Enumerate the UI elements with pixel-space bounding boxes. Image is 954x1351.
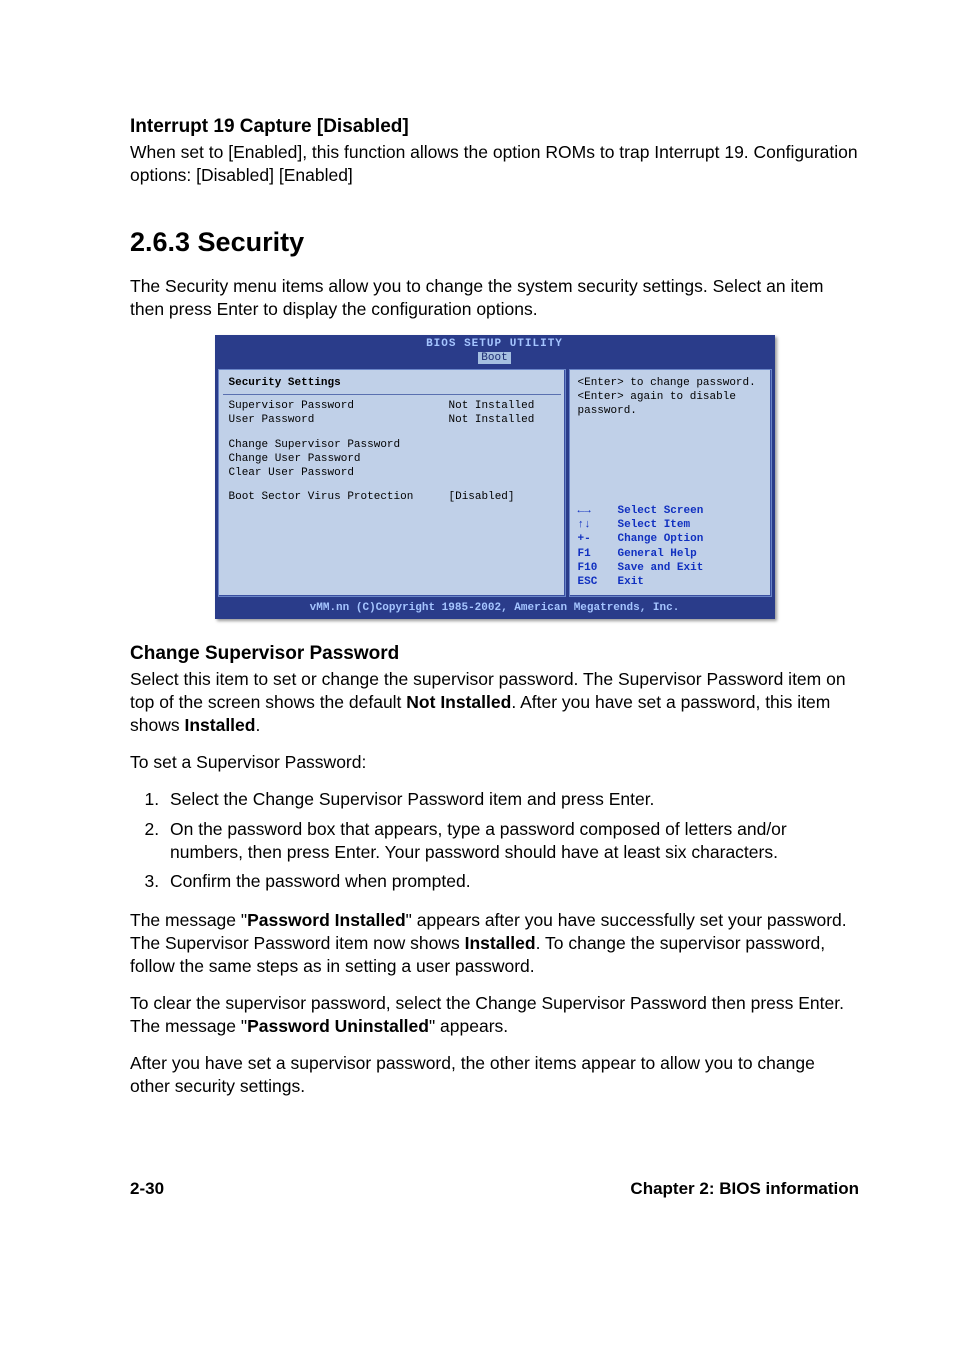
bios-user-pw-val: Not Installed: [449, 413, 535, 427]
key-desc: Exit: [618, 575, 644, 589]
heading-interrupt19: Interrupt 19 Capture [Disabled]: [130, 114, 859, 139]
key-desc: Change Option: [618, 532, 704, 546]
bold-not-installed: Not Installed: [406, 692, 511, 712]
para-interrupt19: When set to [Enabled], this function all…: [130, 141, 859, 187]
bios-sup-pw-val: Not Installed: [449, 399, 535, 413]
table-row: User Password Not Installed: [229, 413, 555, 427]
key-arrows-ud: ↑↓: [578, 518, 618, 532]
bios-help-line: <Enter> to change password.: [578, 376, 763, 390]
list-item: Clear User Password: [229, 466, 555, 480]
bios-title: BIOS SETUP UTILITY: [215, 335, 775, 351]
text: .: [255, 715, 260, 735]
list-item: On the password box that appears, type a…: [164, 818, 859, 864]
text: The message ": [130, 910, 247, 930]
key-desc: Select Screen: [618, 504, 704, 518]
key-desc: Save and Exit: [618, 561, 704, 575]
list-item: Change User Password: [229, 452, 555, 466]
bios-bootsector-val: [Disabled]: [449, 490, 515, 504]
table-row: Supervisor Password Not Installed: [229, 399, 555, 413]
bold-pw-uninstalled: Password Uninstalled: [247, 1016, 429, 1036]
steps-list: Select the Change Supervisor Password it…: [130, 788, 859, 892]
bios-tabbar: Boot: [215, 351, 775, 368]
bios-bootsector-label: Boot Sector Virus Protection: [229, 490, 449, 504]
list-item: Change Supervisor Password: [229, 438, 555, 452]
text: " appears.: [429, 1016, 508, 1036]
bios-tab-boot: Boot: [478, 352, 510, 364]
page-footer: 2-30 Chapter 2: BIOS information: [0, 1178, 954, 1240]
list-item: Select the Change Supervisor Password it…: [164, 788, 859, 811]
heading-security: 2.6.3 Security: [130, 225, 859, 261]
page-number: 2-30: [130, 1178, 164, 1200]
para-after-sup-pw: After you have set a supervisor password…: [130, 1052, 859, 1098]
bold-installed: Installed: [465, 933, 536, 953]
bios-user-pw-label: User Password: [229, 413, 449, 427]
key-desc: General Help: [618, 547, 697, 561]
key-esc: ESC: [578, 575, 618, 589]
bios-security-header: Security Settings: [229, 376, 555, 390]
para-pw-installed: The message "Password Installed" appears…: [130, 909, 859, 978]
key-desc: Select Item: [618, 518, 691, 532]
bios-sup-pw-label: Supervisor Password: [229, 399, 449, 413]
bios-footer: vMM.nn (C)Copyright 1985-2002, American …: [215, 599, 775, 619]
para-pw-uninstalled: To clear the supervisor password, select…: [130, 992, 859, 1038]
bios-left-panel: Security Settings Supervisor Password No…: [218, 369, 566, 597]
table-row: Boot Sector Virus Protection [Disabled]: [229, 490, 555, 504]
para-change-sup-1: Select this item to set or change the su…: [130, 668, 859, 737]
chapter-title: Chapter 2: BIOS information: [630, 1178, 859, 1200]
bios-help-line: <Enter> again to disable password.: [578, 390, 763, 419]
key-plusminus: +-: [578, 532, 618, 546]
bios-right-panel: <Enter> to change password. <Enter> agai…: [569, 369, 772, 597]
para-security-intro: The Security menu items allow you to cha…: [130, 275, 859, 321]
bold-installed: Installed: [184, 715, 255, 735]
bios-help-keys: ←→Select Screen ↑↓Select Item +-Change O…: [578, 504, 763, 590]
para-to-set: To set a Supervisor Password:: [130, 751, 859, 774]
key-f10: F10: [578, 561, 618, 575]
list-item: Confirm the password when prompted.: [164, 870, 859, 893]
bios-screenshot: BIOS SETUP UTILITY Boot Security Setting…: [215, 335, 775, 619]
key-arrows-lr: ←→: [578, 504, 618, 518]
key-f1: F1: [578, 547, 618, 561]
bold-pw-installed: Password Installed: [247, 910, 406, 930]
heading-change-sup-pw: Change Supervisor Password: [130, 641, 859, 666]
